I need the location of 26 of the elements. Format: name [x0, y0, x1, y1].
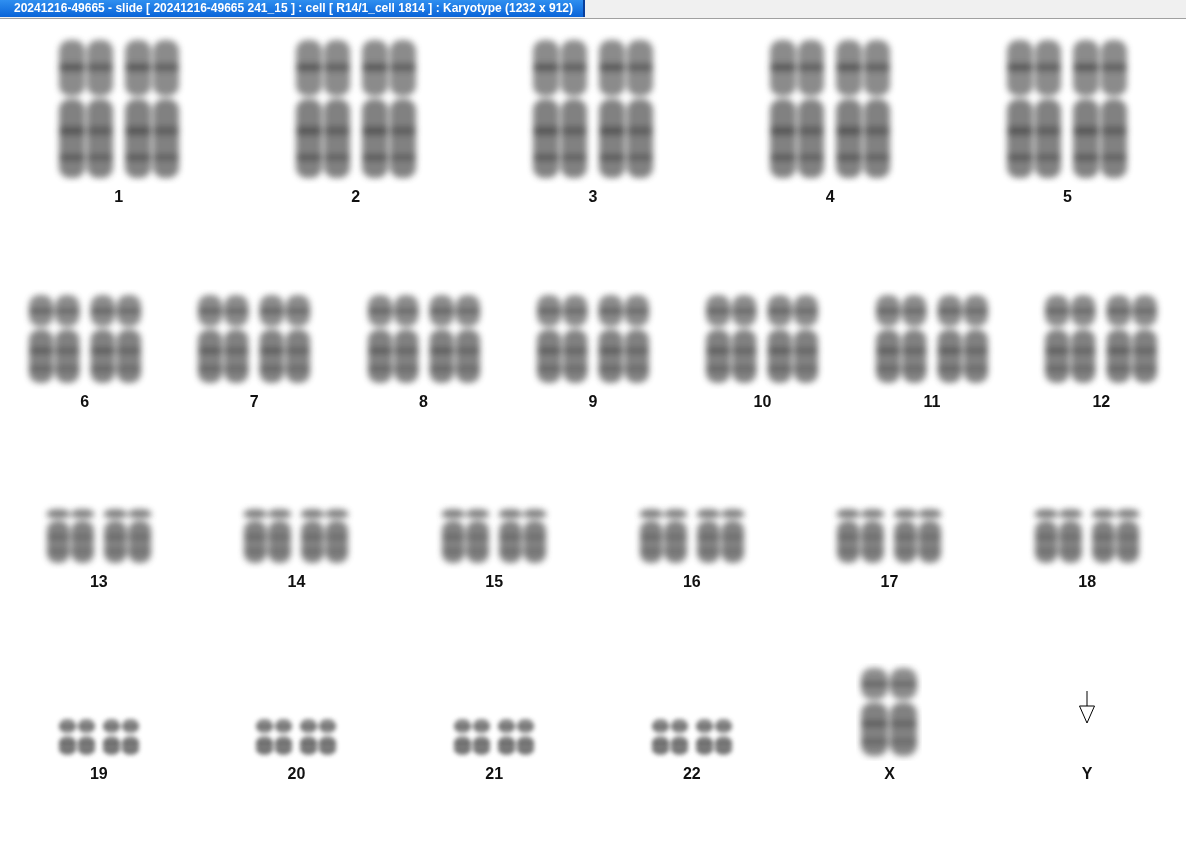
chromosome-label: 1 [114, 188, 124, 206]
chromosome-label: 18 [1078, 573, 1097, 591]
chromosome-label: 21 [485, 765, 504, 783]
window-title: 20241216-49665 - slide [ 20241216-49665 241_15 ] : cell [ R14/1_cell 1814 ] : Karyotype (1232 x 912) [0, 0, 586, 17]
chromosome-label: 10 [753, 393, 772, 411]
chromosome-label: 17 [880, 573, 899, 591]
chromosome-label: 6 [80, 393, 90, 411]
chromosome-label: 13 [89, 573, 108, 591]
chromosome-label: 5 [1062, 188, 1072, 206]
chromosome-label: 4 [825, 188, 835, 206]
chromosome-label: 2 [351, 188, 361, 206]
chromosome-label: 9 [588, 393, 598, 411]
chromosome-label: X [884, 765, 895, 783]
chromosome-label: 8 [419, 393, 428, 411]
chromosome-label: 14 [287, 573, 306, 591]
chromosome-label: 15 [485, 573, 504, 591]
chromosome-label: 22 [682, 765, 701, 783]
chromosome-label: 20 [287, 765, 306, 783]
arrow-icon [1078, 691, 1097, 725]
chromosome-label: Y [1081, 765, 1093, 783]
chromosome-label: 7 [249, 393, 259, 411]
chromosome-label: 16 [682, 573, 701, 591]
chromosome-label: 12 [1092, 393, 1111, 411]
chromosome-label: 19 [89, 765, 108, 783]
chromosome-label: 11 [923, 393, 941, 411]
chromosome-label: 3 [588, 188, 598, 206]
